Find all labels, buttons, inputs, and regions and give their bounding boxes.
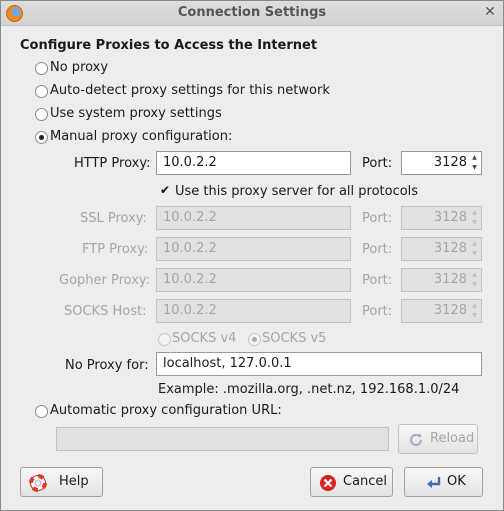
spin-arrows-icon[interactable]: ▲ ▼ (469, 208, 480, 228)
ftp-port-value: 3128 (433, 241, 467, 256)
no-proxy-for-input[interactable]: localhost, 127.0.0.1 (156, 352, 482, 376)
ok-label: OK (447, 474, 466, 489)
ftp-proxy-input[interactable]: 10.0.2.2 (156, 237, 351, 261)
connection-settings-dialog: Connection Settings ✕ Configure Proxies … (0, 0, 504, 511)
no-proxy-label[interactable]: No proxy (50, 60, 108, 75)
socks-host-label: SOCKS Host: (64, 304, 147, 319)
auto-config-url-label[interactable]: Automatic proxy configuration URL: (50, 403, 282, 418)
ssl-proxy-label: SSL Proxy: (80, 211, 147, 226)
ftp-port-label: Port: (362, 242, 393, 257)
cancel-button[interactable]: Cancel (310, 467, 393, 497)
socks-host-input[interactable]: 10.0.2.2 (156, 299, 351, 323)
auto-detect-radio[interactable] (35, 85, 48, 98)
socks-v5-radio[interactable] (248, 333, 261, 346)
title-bar: Connection Settings ✕ (1, 1, 503, 26)
socks-port-value: 3128 (433, 303, 467, 318)
window-title: Connection Settings (177, 5, 327, 20)
same-proxy-checkbox-label[interactable]: Use this proxy server for all protocols (175, 184, 418, 199)
help-label: Help (59, 474, 89, 489)
no-proxy-for-label: No Proxy for: (65, 358, 149, 373)
close-icon[interactable]: ✕ (483, 5, 497, 19)
ssl-port-value: 3128 (433, 210, 467, 225)
gopher-port-stepper[interactable]: 3128 ▲ ▼ (401, 268, 482, 292)
lifebuoy-help-icon (29, 474, 47, 492)
gopher-proxy-label: Gopher Proxy: (59, 273, 151, 288)
system-proxy-radio[interactable] (35, 108, 48, 121)
socks-port-stepper[interactable]: 3128 ▲ ▼ (401, 299, 482, 323)
system-proxy-label[interactable]: Use system proxy settings (50, 106, 222, 121)
cancel-label: Cancel (343, 474, 388, 489)
spin-arrows-icon[interactable]: ▲ ▼ (469, 301, 480, 321)
reload-icon (410, 433, 422, 446)
section-heading: Configure Proxies to Access the Internet (20, 38, 318, 53)
ssl-port-stepper[interactable]: 3128 ▲ ▼ (401, 206, 482, 230)
ok-button[interactable]: OK (404, 467, 483, 497)
gopher-port-label: Port: (362, 273, 393, 288)
checkmark-icon[interactable]: ✔ (160, 184, 171, 196)
example-hint: Example: .mozilla.org, .net.nz, 192.168.… (158, 382, 460, 397)
http-proxy-input[interactable]: 10.0.2.2 (156, 151, 351, 175)
http-port-value: 3128 (433, 155, 467, 170)
gopher-port-value: 3128 (433, 272, 467, 287)
socks-port-label: Port: (362, 304, 393, 319)
ftp-proxy-label: FTP Proxy: (82, 242, 149, 257)
ftp-port-stepper[interactable]: 3128 ▲ ▼ (401, 237, 482, 261)
socks-v4-radio[interactable] (158, 333, 171, 346)
ssl-proxy-input[interactable]: 10.0.2.2 (156, 206, 351, 230)
http-proxy-label: HTTP Proxy: (74, 156, 151, 171)
spin-arrows-icon[interactable]: ▲ ▼ (469, 153, 480, 173)
spin-arrows-icon[interactable]: ▲ ▼ (469, 239, 480, 259)
auto-config-url-radio[interactable] (35, 405, 48, 418)
auto-detect-label[interactable]: Auto-detect proxy settings for this netw… (50, 83, 330, 98)
socks-v4-label[interactable]: SOCKS v4 (172, 331, 236, 346)
enter-arrow-icon (427, 477, 441, 488)
reload-label: Reload (430, 431, 475, 446)
manual-proxy-radio[interactable] (35, 131, 48, 144)
manual-proxy-label[interactable]: Manual proxy configuration: (50, 129, 232, 144)
ssl-port-label: Port: (362, 211, 393, 226)
http-port-label: Port: (362, 156, 393, 171)
reload-button[interactable]: Reload (398, 424, 478, 454)
socks-v5-label[interactable]: SOCKS v5 (262, 331, 326, 346)
http-port-stepper[interactable]: 3128 ▲ ▼ (401, 151, 482, 175)
spin-arrows-icon[interactable]: ▲ ▼ (469, 270, 480, 290)
no-proxy-radio[interactable] (35, 62, 48, 75)
auto-config-url-input[interactable] (56, 427, 389, 451)
help-button[interactable]: Help (20, 467, 103, 497)
cancel-icon (320, 475, 336, 491)
gopher-proxy-input[interactable]: 10.0.2.2 (156, 268, 351, 292)
